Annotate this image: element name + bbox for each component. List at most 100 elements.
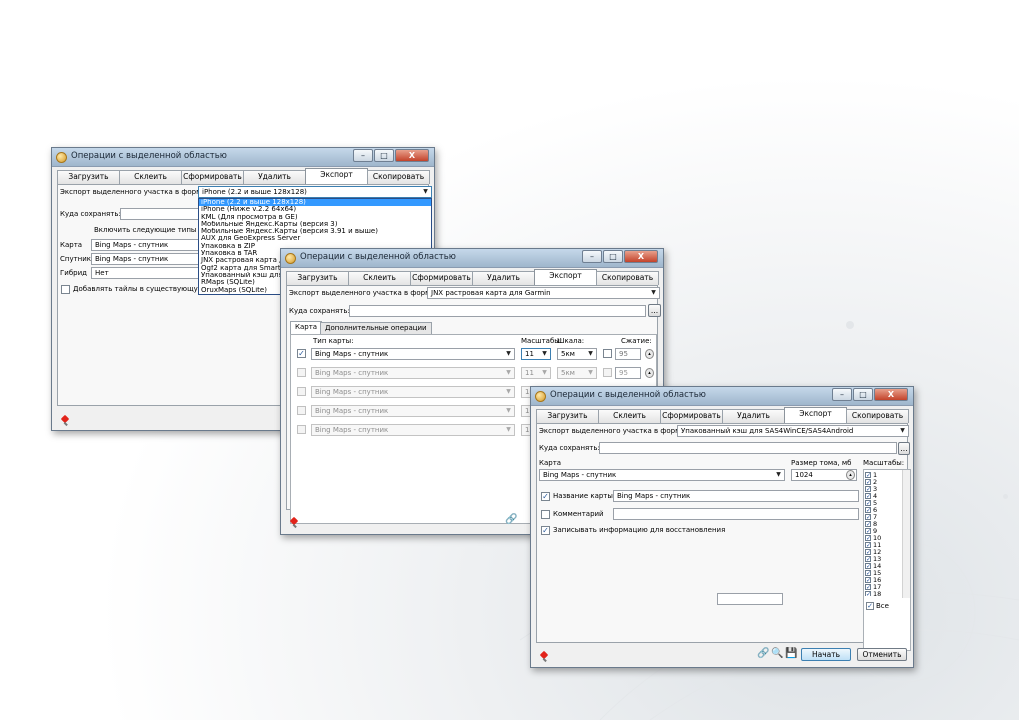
pin-icon[interactable] [539,650,549,660]
map-name-input[interactable]: Bing Maps - спутник [613,490,859,502]
cancel-button[interactable]: Отменить [857,648,907,661]
format-option[interactable]: iPhone (2.2 и выше 128х128) [199,199,431,207]
append-tiles-checkbox[interactable] [61,285,70,294]
minimize-button[interactable]: – [353,149,373,162]
quality-spinner[interactable]: ▴ [645,349,654,359]
zoom-icon[interactable]: 🔍 [771,648,783,659]
scale-checkbox[interactable]: ✓ [865,577,871,584]
scale-checkbox[interactable]: ✓ [865,584,871,591]
quality-spinner[interactable]: ▴ [645,368,654,378]
format-option[interactable]: AUX для GeoExpress Server [199,235,431,242]
scale-select[interactable]: 5км ▼ [557,367,597,379]
map-type-select[interactable]: Bing Maps - спутник ▼ [311,405,515,417]
map-row-checkbox[interactable] [297,425,306,434]
maximize-button[interactable]: □ [853,388,873,401]
scale-checkbox[interactable]: ✓ [865,479,871,486]
tab-generate[interactable]: Сформировать [410,271,473,285]
compression-checkbox[interactable] [603,349,612,358]
scale-checkbox[interactable]: ✓ [865,500,871,507]
select-all-checkbox[interactable]: ✓ [866,602,874,610]
format-option[interactable]: iPhone (Ниже v.2.2 64х64) [199,206,431,213]
map-row-checkbox[interactable]: ✓ [297,349,306,358]
map-row-checkbox[interactable] [297,368,306,377]
scale-checkbox[interactable]: ✓ [865,528,871,535]
map-type-select[interactable]: Bing Maps - спутник ▼ [311,367,515,379]
tab-copy[interactable]: Скопировать [846,409,909,423]
scale-checkbox[interactable]: ✓ [865,486,871,493]
scale-checkbox[interactable]: ✓ [865,570,871,577]
tab-delete[interactable]: Удалить [722,409,785,423]
map-select[interactable]: Bing Maps - спутник ▼ [539,469,785,481]
save-path-input[interactable] [120,208,200,220]
tab-export[interactable]: Экспорт [784,407,847,423]
close-button[interactable]: X [874,388,908,401]
tab-merge[interactable]: Склеить [119,170,182,184]
map-type-select[interactable]: Bing Maps - спутник ▼ [311,348,515,360]
scale-checkbox[interactable]: ✓ [865,507,871,514]
close-button[interactable]: X [395,149,429,162]
tab-download[interactable]: Загрузить [286,271,349,285]
maximize-button[interactable]: □ [374,149,394,162]
export-format-select[interactable]: JNX растровая карта для Garmin ▼ [427,287,660,299]
tab-copy[interactable]: Скопировать [596,271,659,285]
scales-scrollbar[interactable] [902,470,910,598]
scale-select[interactable]: 5км ▼ [557,348,597,360]
map-select[interactable]: Bing Maps - спутник [91,239,201,251]
scale-checkbox[interactable]: ✓ [865,472,871,479]
save-icon[interactable]: 💾 [785,648,797,659]
scale-checkbox[interactable]: ✓ [865,591,871,596]
scale-checkbox[interactable]: ✓ [865,542,871,549]
format-option[interactable]: KML (Для просмотра в GE) [199,214,431,221]
scales-list[interactable]: ✓ 1 ✓ 2 ✓ 3 ✓ 4 ✓ 5 ✓ 6 ✓ 7 ✓ 8 ✓ 9 ✓ 10 ✓ 11 ✓ 12 ✓… [863,469,911,651]
scale-checkbox[interactable]: ✓ [865,549,871,556]
pin-icon[interactable] [60,414,70,424]
hybrid-select[interactable]: Нет [91,267,201,279]
subtab-extra-operations[interactable]: Дополнительные операции [320,322,432,334]
tab-download[interactable]: Загрузить [57,170,120,184]
scale-checkbox[interactable]: ✓ [865,493,871,500]
minimize-button[interactable]: – [582,250,602,263]
browse-button[interactable]: ... [648,304,661,317]
tab-generate[interactable]: Сформировать [181,170,244,184]
satellite-select[interactable]: Bing Maps - спутник [91,253,201,265]
save-path-input[interactable] [599,442,897,454]
quality-input[interactable]: 95 [615,348,641,360]
tab-merge[interactable]: Склеить [598,409,661,423]
minimize-button[interactable]: – [832,388,852,401]
map-type-select[interactable]: Bing Maps - спутник ▼ [311,386,515,398]
quality-input[interactable]: 95 [615,367,641,379]
tab-delete[interactable]: Удалить [472,271,535,285]
export-format-select[interactable]: Упакованный кэш для SAS4WinCE/SAS4Androi… [677,425,909,437]
scale-item[interactable]: ✓ 17 [865,584,881,591]
volume-size-spinner[interactable]: ▴ [846,470,855,480]
link-icon[interactable]: 🔗 [505,514,517,525]
tab-generate[interactable]: Сформировать [660,409,723,423]
recovery-info-checkbox[interactable]: ✓ [541,526,550,535]
browse-button[interactable]: ... [898,442,910,455]
format-option[interactable]: Мобильные Яндекс.Карты (версия 3.91 и вы… [199,228,431,235]
scale-checkbox[interactable]: ✓ [865,556,871,563]
tab-merge[interactable]: Склеить [348,271,411,285]
start-button[interactable]: Начать [801,648,851,661]
export-format-select[interactable]: iPhone (2.2 и выше 128х128) ▼ [198,186,432,198]
scale-checkbox[interactable]: ✓ [865,535,871,542]
map-type-select[interactable]: Bing Maps - спутник ▼ [311,424,515,436]
map-row-checkbox[interactable] [297,387,306,396]
comment-checkbox[interactable] [541,510,550,519]
zoom-select[interactable]: 11 ▼ [521,367,551,379]
tab-copy[interactable]: Скопировать [367,170,430,184]
map-row-checkbox[interactable] [297,406,306,415]
format-option[interactable]: Мобильные Яндекс.Карты (версия 3) [199,221,431,228]
zoom-select[interactable]: 11 ▼ [521,348,551,360]
compression-checkbox[interactable] [603,368,612,377]
tab-download[interactable]: Загрузить [536,409,599,423]
scale-checkbox[interactable]: ✓ [865,563,871,570]
close-button[interactable]: X [624,250,658,263]
comment-input[interactable] [613,508,859,520]
link-icon[interactable]: 🔗 [757,648,769,659]
scale-item[interactable]: ✓ 18 [865,591,881,596]
save-path-input[interactable] [349,305,646,317]
tab-delete[interactable]: Удалить [243,170,306,184]
subtab-map[interactable]: Карта [290,321,323,334]
scale-checkbox[interactable]: ✓ [865,521,871,528]
